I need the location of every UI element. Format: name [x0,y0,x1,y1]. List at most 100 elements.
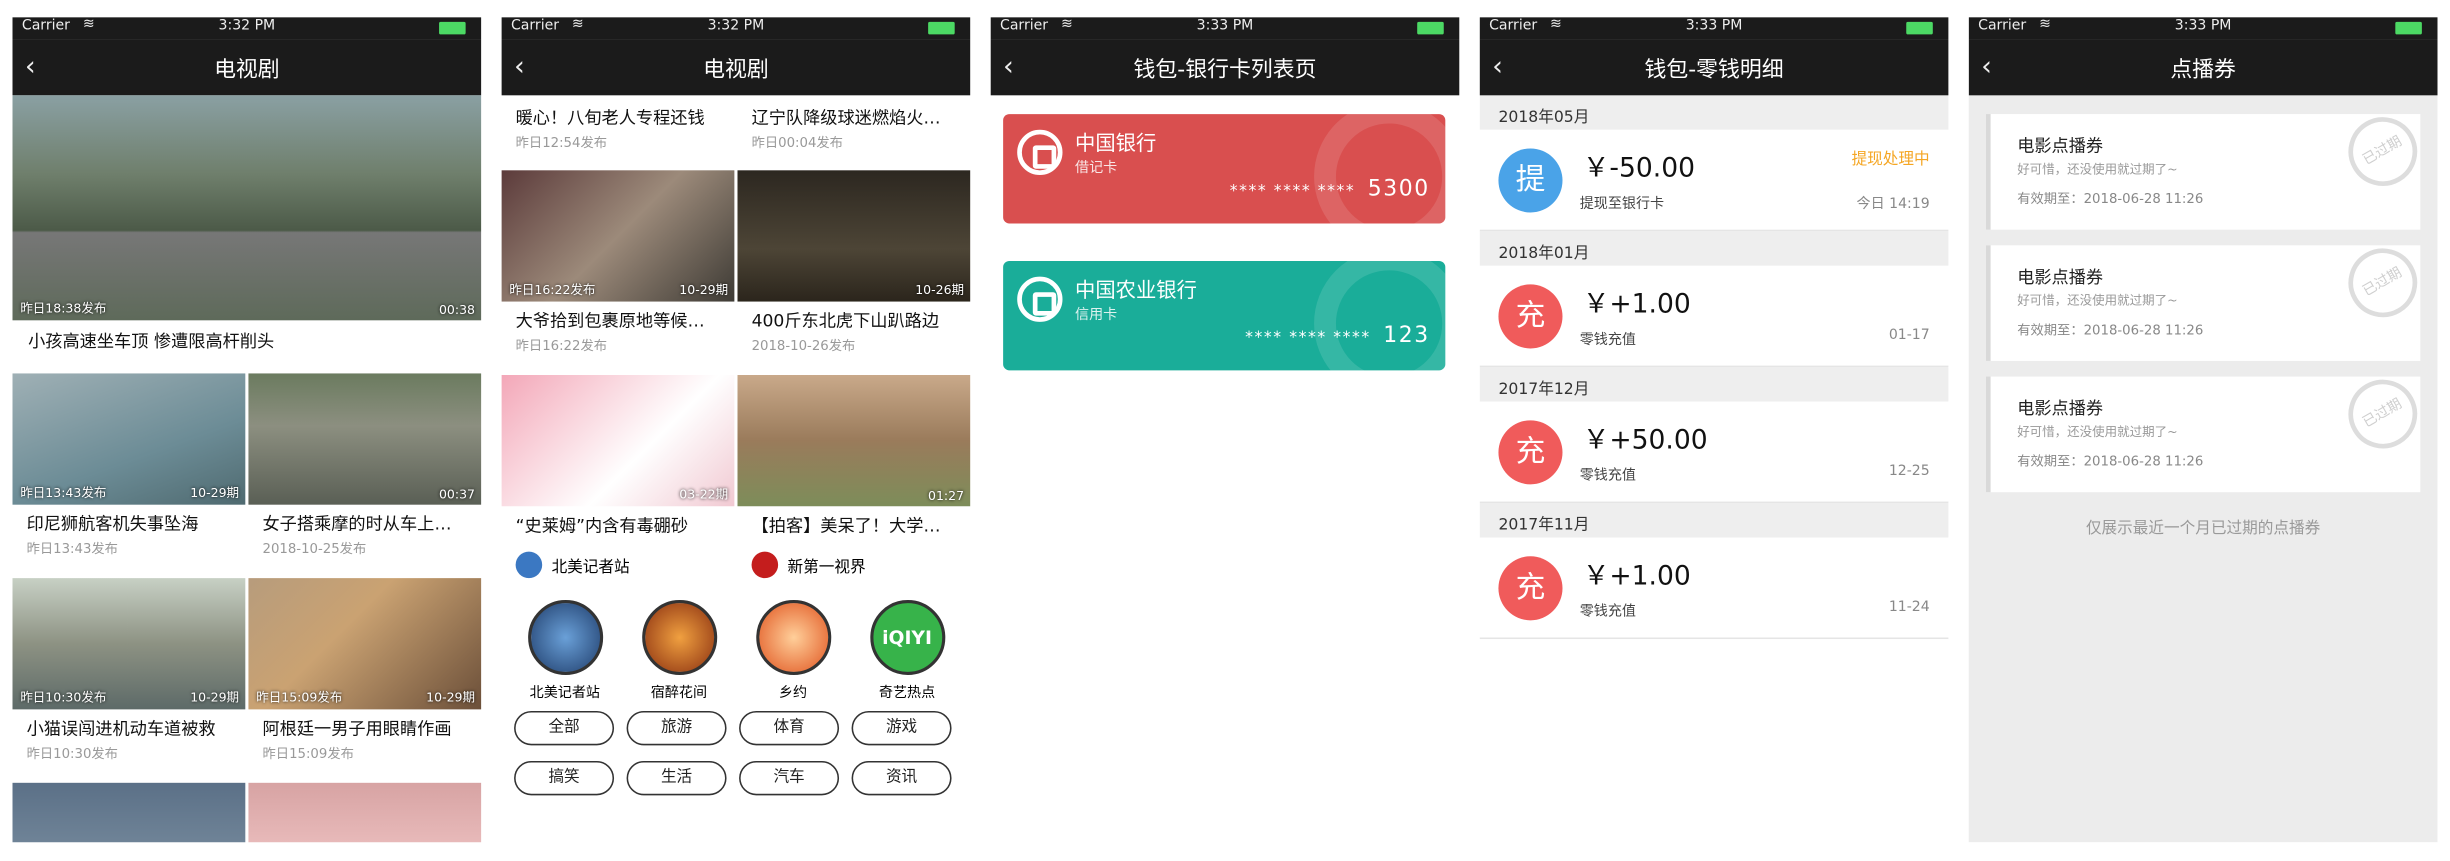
video-meta: 昨日10:30发布 [26,746,118,763]
withdraw-icon: 提 [1498,148,1563,213]
chip-auto[interactable]: 汽车 [739,760,840,796]
battery-icon [2395,21,2422,35]
video-thumb[interactable]: 昨日13:43发布 10-29期 [12,373,246,505]
chip-news[interactable]: 资讯 [851,760,952,796]
clock: 3:33 PM [2174,18,2232,35]
video-row [12,782,482,843]
video-card[interactable]: 00:37 女子搭乘摩的时从车上… 2018-10-25发布 [248,373,482,578]
bank-card[interactable]: 中国农业银行 信用卡 **** **** **** 123 [1003,260,1446,371]
coupon-title: 电影点播券 [2017,135,2104,157]
page-title: 钱包-零钱明细 [1644,57,1784,83]
chip-games[interactable]: 游戏 [851,710,952,746]
coupon-card[interactable]: 电影点播券 好可惜，还没使用就过期了~ 有效期至：2018-06-28 11:2… [1985,235,2430,361]
channel-avatar-item[interactable]: 宿醉花间 [624,600,733,702]
screen-tv-list-scrolled: Carrier ≋ 3:32 PM ‹ 电视剧 暖心！八旬老人专程还钱 昨日12… [501,17,971,843]
screen-bank-cards: Carrier ≋ 3:33 PM ‹ 钱包-银行卡列表页 中国银行 借记卡 *… [990,17,1460,843]
category-chips: 全部 旅游 体育 游戏 搞笑 生活 汽车 资讯 [502,702,971,796]
hero-video-thumb[interactable]: 昨日18:38发布 00:38 [12,95,482,321]
page-title: 点播券 [2170,57,2236,83]
chip-life[interactable]: 生活 [626,760,727,796]
channel-name: 宿醉花间 [650,685,708,702]
month-header: 2018年05月 [1479,95,1949,130]
coupon-card[interactable]: 电影点播券 好可惜，还没使用就过期了~ 有效期至：2018-06-28 11:2… [1985,367,2430,493]
channel-tag[interactable]: 北美记者站 [515,551,721,579]
channel-avatar-icon [751,551,779,579]
transaction-row[interactable]: 充 ￥+50.00 零钱充值 12-25 [1479,402,1949,504]
chip-sports[interactable]: 体育 [739,710,840,746]
transaction-row[interactable]: 充 ￥+1.00 零钱充值 11-24 [1479,538,1949,640]
card-type: 借记卡 [1075,160,1118,177]
status-bar: Carrier ≋ 3:32 PM [501,17,971,40]
video-thumb[interactable] [12,782,246,843]
video-title: 大爷拾到包裹原地等候… [515,310,705,332]
iqiyi-logo-icon: iQIYI [869,600,945,675]
chip-all[interactable]: 全部 [514,710,615,746]
status-bar: Carrier ≋ 3:33 PM [1968,17,2438,40]
card-type: 信用卡 [1075,307,1118,324]
transaction-row[interactable]: 提 ￥-50.00 提现至银行卡 提现处理中 今日 14:19 [1479,130,1949,232]
video-card[interactable]: 暖心！八旬老人专程还钱 昨日12:54发布 [502,95,735,170]
expired-stamp-icon: 已过期 [2335,235,2430,330]
coupon-expiry: 有效期至：2018-06-28 11:26 [2017,454,2204,471]
video-card[interactable]: 昨日13:43发布 10-29期 印尼狮航客机失事坠海 昨日13:43发布 [12,373,246,578]
video-thumb[interactable]: 昨日16:22发布 10-29期 [501,170,735,302]
page-title: 钱包-银行卡列表页 [1133,57,1317,83]
video-meta: 2018-10-26发布 [751,339,856,355]
coupon-note: 好可惜，还没使用就过期了~ [2017,425,2178,440]
video-thumb[interactable] [248,782,482,843]
video-thumb[interactable]: 昨日10:30发布 10-29期 [12,578,246,710]
video-card[interactable]: 昨日15:09发布 10-29期 阿根廷一男子用眼睛作画 昨日15:09发布 [248,578,482,783]
video-card[interactable]: 03-22期 “史莱姆”内含有毒硼砂 北美记者站 [501,375,735,591]
video-thumb[interactable]: 00:37 [248,373,482,505]
publish-time: 昨日13:43发布 [20,485,107,500]
video-card[interactable]: 昨日10:30发布 10-29期 小猫误闯进机动车道被救 昨日10:30发布 [12,578,246,783]
publish-time: 昨日18:38发布 [20,301,107,316]
video-card[interactable]: 01:27 【拍客】美呆了！大学… 新第一视界 [737,375,971,591]
video-card[interactable]: 辽宁队降级球迷燃焰火… 昨日00:04发布 [738,95,971,170]
video-thumb[interactable]: 10-26期 [737,170,971,302]
video-card[interactable]: 昨日16:22发布 10-29期 大爷拾到包裹原地等候… 昨日16:22发布 [501,170,735,375]
date: 今日 14:19 [1856,196,1930,213]
video-meta: 昨日12:54发布 [515,135,608,152]
description: 提现至银行卡 [1579,196,1665,213]
screen-tv-list: Carrier ≋ 3:32 PM ‹ 电视剧 昨日18:38发布 00:38 … [12,17,482,843]
bank-card[interactable]: 中国银行 借记卡 **** **** **** 5300 [1003,114,1446,224]
nav-bar: ‹ 钱包-零钱明细 [1479,39,1949,96]
bank-name: 中国银行 [1075,132,1157,157]
coupon-card[interactable]: 电影点播券 好可惜，还没使用就过期了~ 有效期至：2018-06-28 11:2… [1985,104,2430,230]
date: 01-17 [1888,328,1930,344]
nav-bar: ‹ 钱包-银行卡列表页 [990,39,1460,96]
channel-avatar-item[interactable]: iQIYI 奇艺热点 [852,600,961,702]
bank-watermark-icon [1314,260,1446,371]
video-row: 03-22期 “史莱姆”内含有毒硼砂 北美记者站 01:27 【拍客】美呆了！大… [501,375,971,591]
video-thumb[interactable]: 03-22期 [501,375,735,507]
card-mask: **** **** **** [1229,182,1356,200]
description: 零钱充值 [1579,332,1636,349]
chip-funny[interactable]: 搞笑 [514,760,615,796]
recharge-icon: 充 [1498,284,1563,349]
video-meta: 昨日16:22发布 [515,339,608,355]
video-thumb[interactable]: 昨日15:09发布 10-29期 [248,578,482,710]
description: 零钱充值 [1579,468,1636,485]
episode: 10-29期 [679,282,729,297]
video-card[interactable]: 10-26期 400斤东北虎下山趴路边 2018-10-26发布 [737,170,971,375]
nav-bar: ‹ 电视剧 [501,39,971,96]
video-title: 400斤东北虎下山趴路边 [751,310,940,332]
card-number: **** **** **** 5300 [1230,177,1430,202]
channel-name: 北美记者站 [529,685,600,702]
video-thumb[interactable]: 01:27 [737,375,971,507]
bank-name: 中国农业银行 [1075,279,1197,304]
channel-avatar-item[interactable]: 乡约 [738,600,847,702]
channel-tag[interactable]: 新第一视界 [751,551,957,579]
transaction-row[interactable]: 充 ￥+1.00 零钱充值 01-17 [1479,266,1949,368]
clock: 3:33 PM [1196,18,1254,35]
video-title: 暖心！八旬老人专程还钱 [515,107,705,129]
chip-travel[interactable]: 旅游 [626,710,727,746]
coupon-note: 好可惜，还没使用就过期了~ [2017,162,2178,177]
battery-icon [928,21,955,35]
channel-name: 奇艺热点 [878,685,936,702]
card-number: **** **** **** 123 [1245,323,1430,348]
status-badge: 提现处理中 [1851,151,1930,169]
hero-caption[interactable]: 小孩高速坐车顶 惨遭限高杆削头 [13,320,482,373]
channel-avatar-item[interactable]: 北美记者站 [510,600,619,702]
